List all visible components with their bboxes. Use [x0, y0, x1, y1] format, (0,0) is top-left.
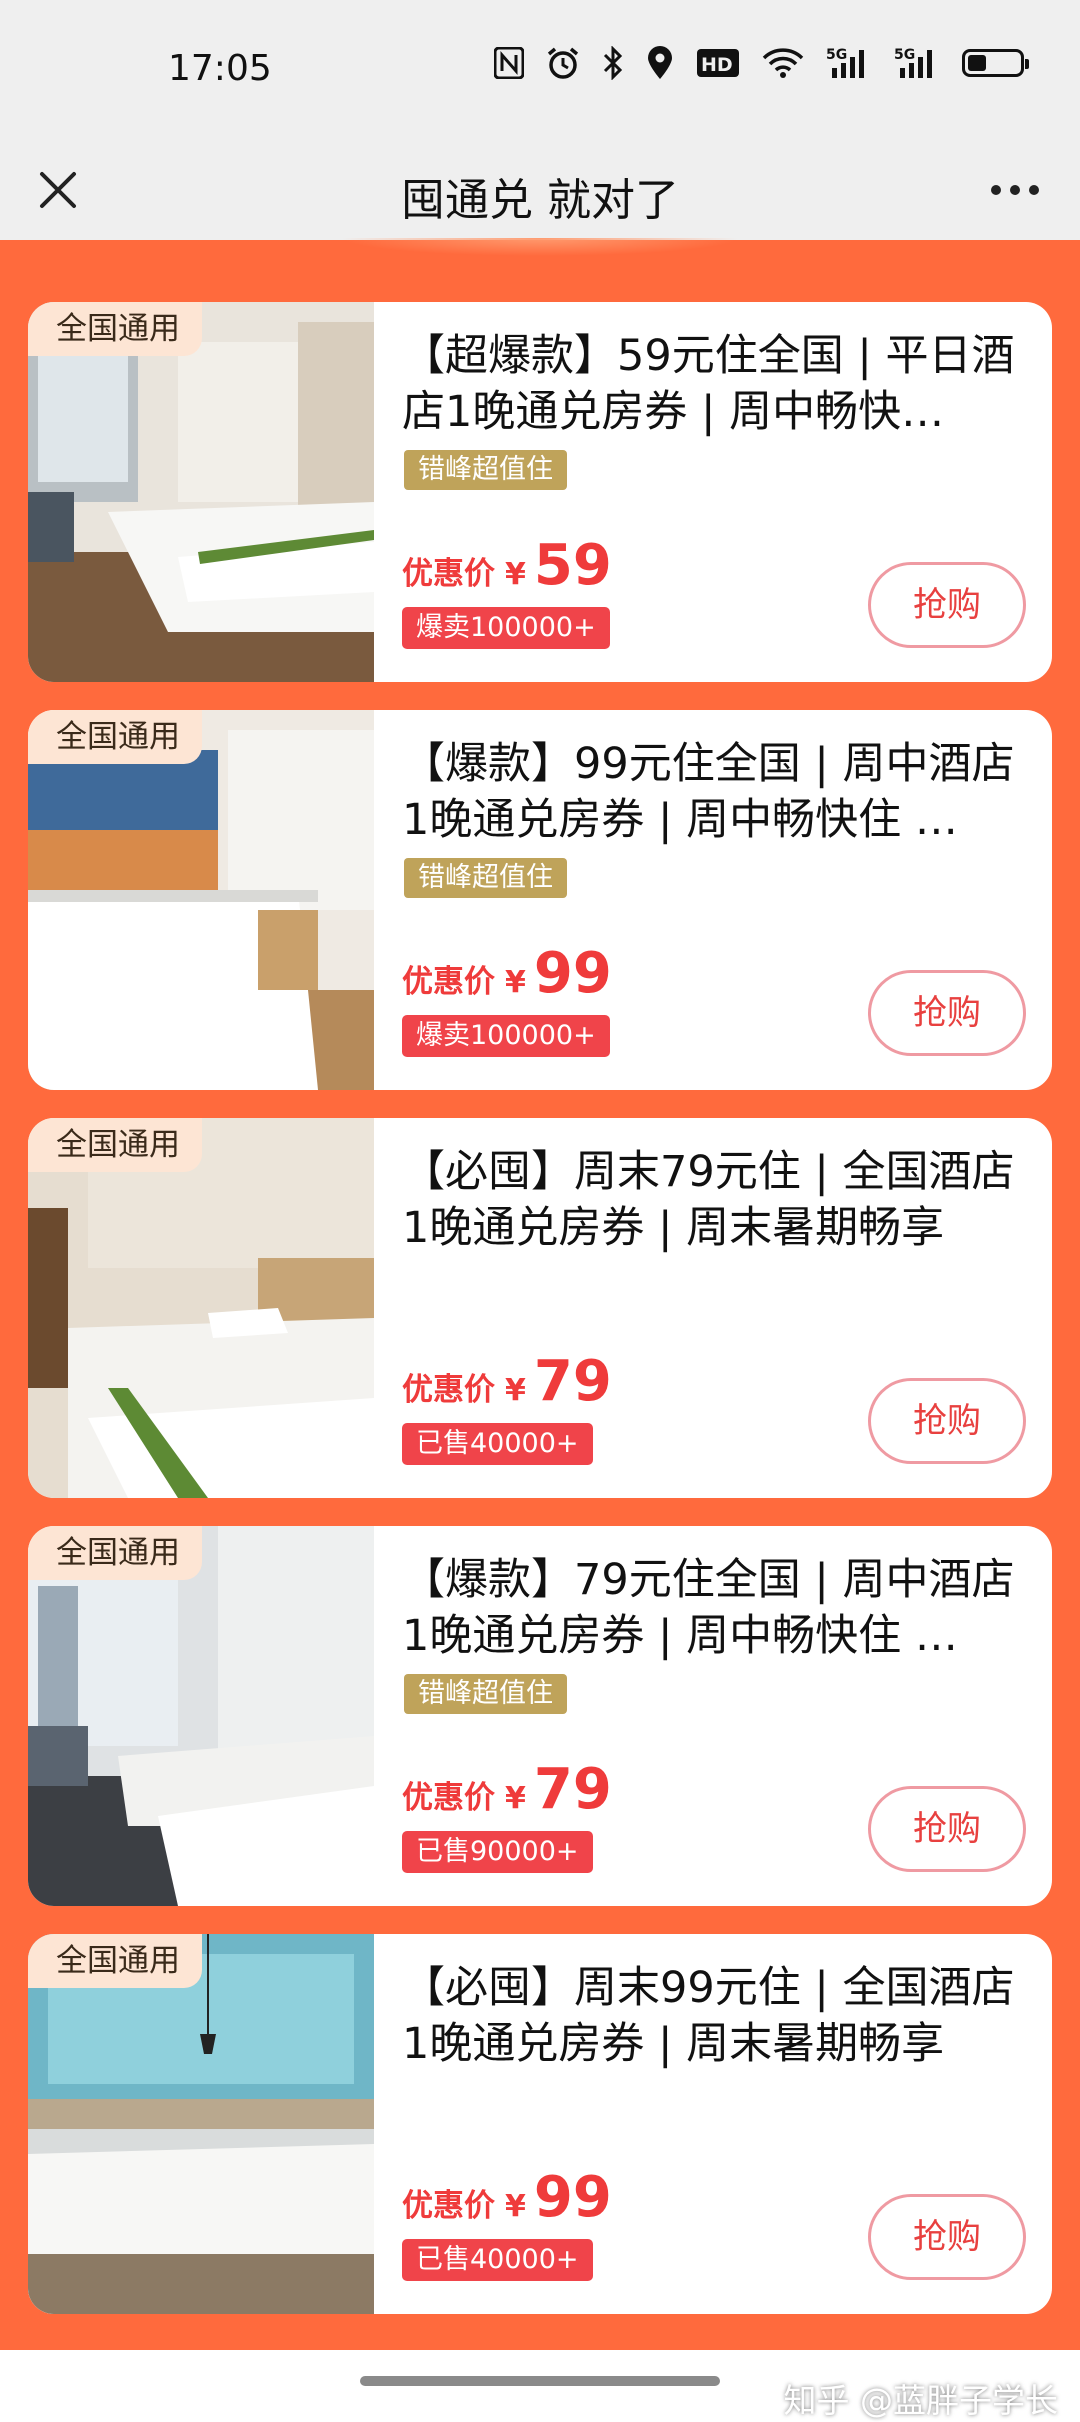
hotel-room-image: 全国通用 [28, 1934, 374, 2314]
price-label: 优惠价 [402, 964, 495, 1000]
wifi-icon [762, 47, 804, 79]
hotel-room-image: 全国通用 [28, 302, 374, 682]
sales-badge: 爆卖100000+ [402, 1015, 610, 1057]
home-indicator[interactable] [360, 2376, 720, 2386]
buy-button[interactable]: 抢购 [868, 1786, 1026, 1872]
price-label: 优惠价 [402, 1372, 495, 1408]
buy-button[interactable]: 抢购 [868, 2194, 1026, 2280]
hotel-room-image: 全国通用 [28, 710, 374, 1090]
buy-button[interactable]: 抢购 [868, 970, 1026, 1056]
buy-button[interactable]: 抢购 [868, 562, 1026, 648]
alarm-icon [546, 46, 580, 80]
price: 优惠价 ¥ 79 [402, 1354, 612, 1410]
product-card[interactable]: 全国通用 【爆款】99元住全国 | 周中酒店1晚通兑房券 | 周中畅快住 … 错… [28, 710, 1052, 1090]
price-value: 79 [533, 1757, 612, 1822]
price-value: 99 [533, 941, 612, 1006]
product-card[interactable]: 全国通用 【必囤】周末99元住 | 全国酒店1晚通兑房券 | 周末暑期畅享 优惠… [28, 1934, 1052, 2314]
price-value: 59 [533, 533, 612, 598]
nationwide-badge: 全国通用 [28, 302, 202, 356]
promo-tag: 错峰超值住 [404, 1674, 567, 1714]
promo-tag: 错峰超值住 [404, 858, 567, 898]
product-card[interactable]: 全国通用 【爆款】79元住全国 | 周中酒店1晚通兑房券 | 周中畅快住 … 错… [28, 1526, 1052, 1906]
svg-text:5G: 5G [826, 47, 847, 63]
svg-text:HD: HD [701, 54, 733, 76]
status-time: 17:05 [168, 48, 272, 89]
product-title[interactable]: 【必囤】周末99元住 | 全国酒店1晚通兑房券 | 周末暑期畅享 [402, 1960, 1022, 2072]
nav-bar: 囤通兑 就对了 [0, 140, 1080, 240]
battery-level [968, 55, 986, 71]
price: 优惠价 ¥ 79 [402, 1762, 612, 1818]
product-title[interactable]: 【超爆款】59元住全国 | 平日酒店1晚通兑房券 | 周中畅快… [402, 328, 1022, 440]
price-value: 99 [533, 2165, 612, 2230]
currency-symbol: ¥ [505, 1781, 526, 1816]
price: 优惠价 ¥ 59 [402, 538, 612, 594]
currency-symbol: ¥ [505, 1373, 526, 1408]
buy-button[interactable]: 抢购 [868, 1378, 1026, 1464]
price: 优惠价 ¥ 99 [402, 2170, 612, 2226]
hotel-room-image: 全国通用 [28, 1526, 374, 1906]
sales-badge: 已售40000+ [402, 2239, 593, 2281]
currency-symbol: ¥ [505, 965, 526, 1000]
nationwide-badge: 全国通用 [28, 1118, 202, 1172]
hotel-room-image: 全国通用 [28, 1118, 374, 1498]
battery-icon [962, 49, 1029, 77]
price: 优惠价 ¥ 99 [402, 946, 612, 1002]
nationwide-badge: 全国通用 [28, 710, 202, 764]
currency-symbol: ¥ [505, 557, 526, 592]
nationwide-badge: 全国通用 [28, 1934, 202, 1988]
product-card[interactable]: 全国通用 【必囤】周末79元住 | 全国酒店1晚通兑房券 | 周末暑期畅享 优惠… [28, 1118, 1052, 1498]
bluetooth-icon [602, 46, 624, 80]
watermark: 知乎 @蓝胖子学长 [783, 2381, 1059, 2420]
svg-text:5G: 5G [894, 47, 915, 63]
price-label: 优惠价 [402, 1780, 495, 1816]
sales-badge: 已售90000+ [402, 1831, 593, 1873]
price-label: 优惠价 [402, 2188, 495, 2224]
product-title[interactable]: 【爆款】79元住全国 | 周中酒店1晚通兑房券 | 周中畅快住 … [402, 1552, 1022, 1664]
signal-5g-icon: 5G [826, 46, 872, 80]
product-list: 全国通用 【超爆款】59元住全国 | 平日酒店1晚通兑房券 | 周中畅快… 错峰… [0, 238, 1080, 2350]
product-card[interactable]: 全国通用 【超爆款】59元住全国 | 平日酒店1晚通兑房券 | 周中畅快… 错峰… [28, 302, 1052, 682]
sales-badge: 已售40000+ [402, 1423, 593, 1465]
product-title[interactable]: 【爆款】99元住全国 | 周中酒店1晚通兑房券 | 周中畅快住 … [402, 736, 1022, 848]
location-icon [646, 46, 674, 80]
sales-badge: 爆卖100000+ [402, 607, 610, 649]
signal-5g-icon: 5G [894, 46, 940, 80]
status-bar: 17:05 HD 5G 5G [0, 0, 1080, 140]
more-dots-icon[interactable] [980, 162, 1050, 218]
page-title: 囤通兑 就对了 [401, 175, 679, 226]
product-title[interactable]: 【必囤】周末79元住 | 全国酒店1晚通兑房券 | 周末暑期畅享 [402, 1144, 1022, 1256]
status-icons: HD 5G 5G [494, 46, 1029, 80]
nationwide-badge: 全国通用 [28, 1526, 202, 1580]
price-value: 79 [533, 1349, 612, 1414]
currency-symbol: ¥ [505, 2189, 526, 2224]
nfc-icon [494, 47, 524, 79]
hd-icon: HD [696, 48, 740, 78]
promo-tag: 错峰超值住 [404, 450, 567, 490]
price-label: 优惠价 [402, 556, 495, 592]
